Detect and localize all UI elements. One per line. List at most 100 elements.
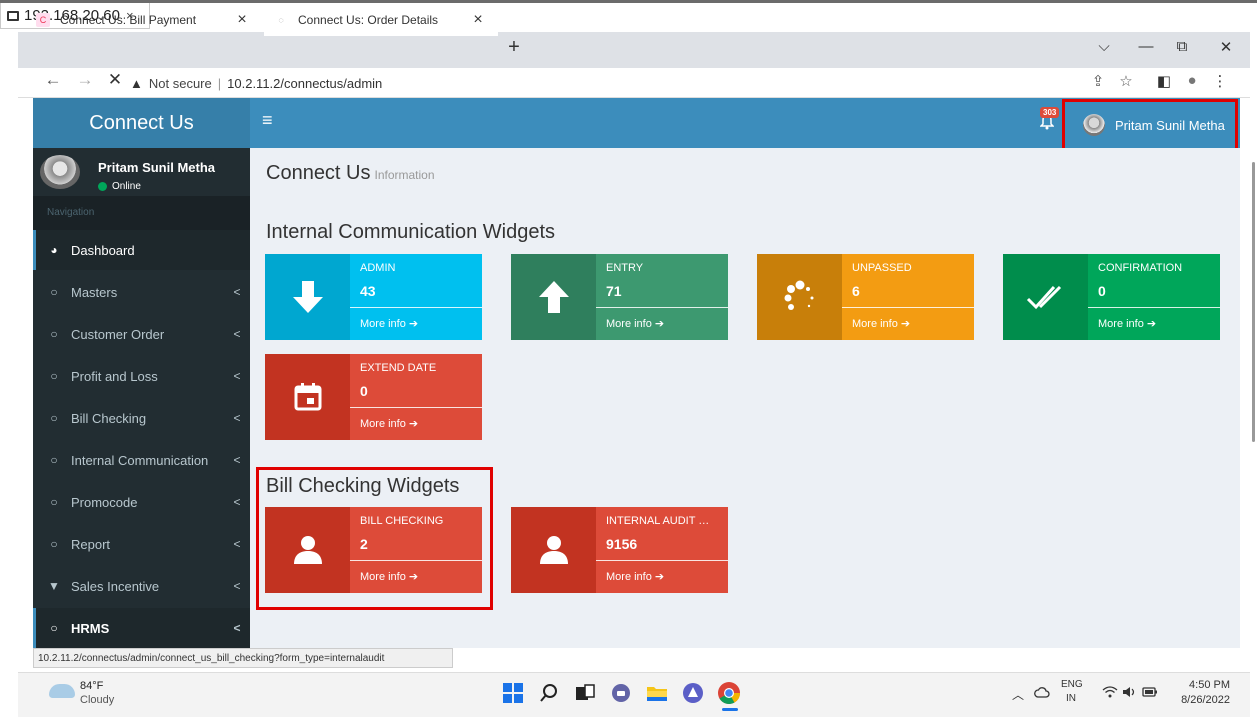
circle-icon: ○ <box>50 327 58 341</box>
widget-entry[interactable]: ENTRY 71 More info ➔ <box>511 254 728 340</box>
sidebar-item-masters[interactable]: ○ Masters < <box>33 272 250 312</box>
profile-icon[interactable]: ● <box>1180 72 1204 89</box>
task-view-icon[interactable] <box>572 680 598 706</box>
sidebar-item-label: Bill Checking <box>71 410 147 426</box>
widget-number: 71 <box>606 283 622 299</box>
new-tab-button[interactable]: + <box>500 36 528 59</box>
sidebar-item-label: Masters <box>71 284 118 300</box>
widget-admin[interactable]: ADMIN 43 More info ➔ <box>265 254 482 340</box>
page-subtitle: Information <box>374 168 435 182</box>
clock-time[interactable]: 4:50 PM <box>1180 679 1230 691</box>
weather-condition[interactable]: Cloudy <box>80 694 114 706</box>
chevron-left-icon: < <box>233 327 241 341</box>
widget-internal-audit[interactable]: INTERNAL AUDIT … 9156 More info ➔ <box>511 507 728 593</box>
sidebar-item-customer-order[interactable]: ○ Customer Order < <box>33 314 250 354</box>
browser-menu-icon[interactable]: ⋮ <box>1208 72 1232 90</box>
language-indicator[interactable]: ENG <box>1061 679 1083 690</box>
minimize-button[interactable]: — <box>1132 38 1160 55</box>
sidebar-item-label: Customer Order <box>71 326 165 342</box>
battery-icon[interactable] <box>1142 686 1158 701</box>
warning-icon[interactable]: ▲ <box>130 76 143 91</box>
sidebar-item-sales-incentive[interactable]: ▼ Sales Incentive < <box>33 566 250 606</box>
more-info-link[interactable]: More info ➔ <box>852 317 910 330</box>
chat-icon[interactable] <box>608 680 634 706</box>
url-text[interactable]: 10.2.11.2/connectus/admin <box>227 76 382 91</box>
chevron-left-icon: < <box>233 495 241 509</box>
stop-loading-button[interactable]: ✕ <box>102 70 128 90</box>
widget-confirmation[interactable]: CONFIRMATION 0 More info ➔ <box>1003 254 1220 340</box>
more-info-link[interactable]: More info ➔ <box>1098 317 1156 330</box>
tab-title: Connect Us: Order Details <box>298 13 439 27</box>
widget-number: 2 <box>360 536 368 552</box>
sidebar-item-profit-and-loss[interactable]: ○ Profit and Loss < <box>33 356 250 396</box>
browser-tab-order-details[interactable]: ◌ Connect Us: Order Details × <box>264 4 498 36</box>
widget-label: UNPASSED <box>852 262 912 274</box>
clock-date[interactable]: 8/26/2022 <box>1162 694 1230 706</box>
page-title: Connect Us Information <box>266 162 435 185</box>
arrow-up-icon <box>511 254 596 340</box>
file-explorer-icon[interactable] <box>644 680 670 706</box>
address-input[interactable]: ▲ Not secure | 10.2.11.2/connectus/admin <box>130 71 1150 95</box>
widget-label: ENTRY <box>606 262 644 274</box>
sidebar-item-hrms[interactable]: ○ HRMS < <box>33 608 250 648</box>
sidebar-item-report[interactable]: ○ Report < <box>33 524 250 564</box>
volume-icon[interactable] <box>1122 686 1138 701</box>
wifi-icon[interactable] <box>1102 686 1118 701</box>
weather-temperature[interactable]: 84°F <box>80 680 103 692</box>
widget-number: 0 <box>1098 283 1106 299</box>
sidebar-item-label: HRMS <box>71 620 110 636</box>
restore-button[interactable]: ⧉ <box>1168 38 1196 55</box>
windows-start-icon[interactable] <box>500 680 526 706</box>
chevron-left-icon: < <box>233 285 241 299</box>
user-menu[interactable]: Pritam Sunil Metha <box>1062 99 1238 151</box>
close-window-button[interactable]: ✕ <box>1212 38 1240 56</box>
widget-bill-checking[interactable]: BILL CHECKING 2 More info ➔ <box>265 507 482 593</box>
section-title-internal-communication: Internal Communication Widgets <box>266 221 556 243</box>
sidebar-item-dashboard[interactable]: ◕ Dashboard <box>33 230 250 270</box>
browser-tab-strip <box>18 32 1250 68</box>
circle-icon: ○ <box>50 453 58 467</box>
sidebar-user-name: Pritam Sunil Metha <box>98 160 216 175</box>
status-bar-url: 10.2.11.2/connectus/admin/connect_us_bil… <box>33 648 453 668</box>
app-logo[interactable]: Connect Us <box>33 98 250 148</box>
share-icon[interactable]: ⇪ <box>1086 72 1110 90</box>
sidebar-toggle-icon[interactable]: ≡ <box>262 110 273 131</box>
forward-button[interactable]: → <box>72 70 98 90</box>
widget-unpassed[interactable]: UNPASSED 6 More info ➔ <box>757 254 974 340</box>
cloud-icon[interactable] <box>49 684 75 698</box>
chevron-left-icon: < <box>233 537 241 551</box>
sidebar-item-internal-communication[interactable]: ○ Internal Communication < <box>33 440 250 480</box>
tab-search-icon[interactable]: ⌵ <box>1090 38 1118 55</box>
more-info-link[interactable]: More info ➔ <box>360 417 418 430</box>
not-secure-label[interactable]: Not secure <box>149 76 212 91</box>
search-icon[interactable] <box>536 680 562 706</box>
circle-icon: ○ <box>50 537 58 551</box>
chrome-icon[interactable] <box>716 680 742 706</box>
side-panel-icon[interactable]: ◧ <box>1152 72 1176 90</box>
language-region[interactable]: IN <box>1066 693 1076 704</box>
tray-overflow-icon[interactable]: ︿ <box>1012 686 1024 703</box>
monitor-icon <box>7 10 19 21</box>
more-info-link[interactable]: More info ➔ <box>606 570 664 583</box>
sidebar-item-label: Profit and Loss <box>71 368 158 384</box>
window-margin-left <box>0 32 18 672</box>
circle-icon: ○ <box>50 411 58 425</box>
page-title-text: Connect Us <box>266 162 371 184</box>
browser-tab-bill-payment[interactable]: C Connect Us: Bill Payment × <box>26 4 262 36</box>
widget-extend-date[interactable]: EXTEND DATE 0 More info ➔ <box>265 354 482 440</box>
more-info-link[interactable]: More info ➔ <box>360 570 418 583</box>
cloud-sync-icon[interactable] <box>1034 686 1050 701</box>
more-info-link[interactable]: More info ➔ <box>360 317 418 330</box>
more-info-link[interactable]: More info ➔ <box>606 317 664 330</box>
app-icon[interactable] <box>680 680 706 706</box>
bookmark-star-icon[interactable]: ☆ <box>1114 72 1138 90</box>
close-tab-icon[interactable]: × <box>468 11 488 29</box>
close-tab-icon[interactable]: × <box>232 11 252 29</box>
circle-icon: ○ <box>50 285 58 299</box>
chevron-left-icon: < <box>233 369 241 383</box>
back-button[interactable]: ← <box>40 70 66 90</box>
avatar <box>1083 114 1105 136</box>
sidebar-item-bill-checking[interactable]: ○ Bill Checking < <box>33 398 250 438</box>
sidebar-item-promocode[interactable]: ○ Promocode < <box>33 482 250 522</box>
scrollbar[interactable] <box>1250 32 1257 672</box>
